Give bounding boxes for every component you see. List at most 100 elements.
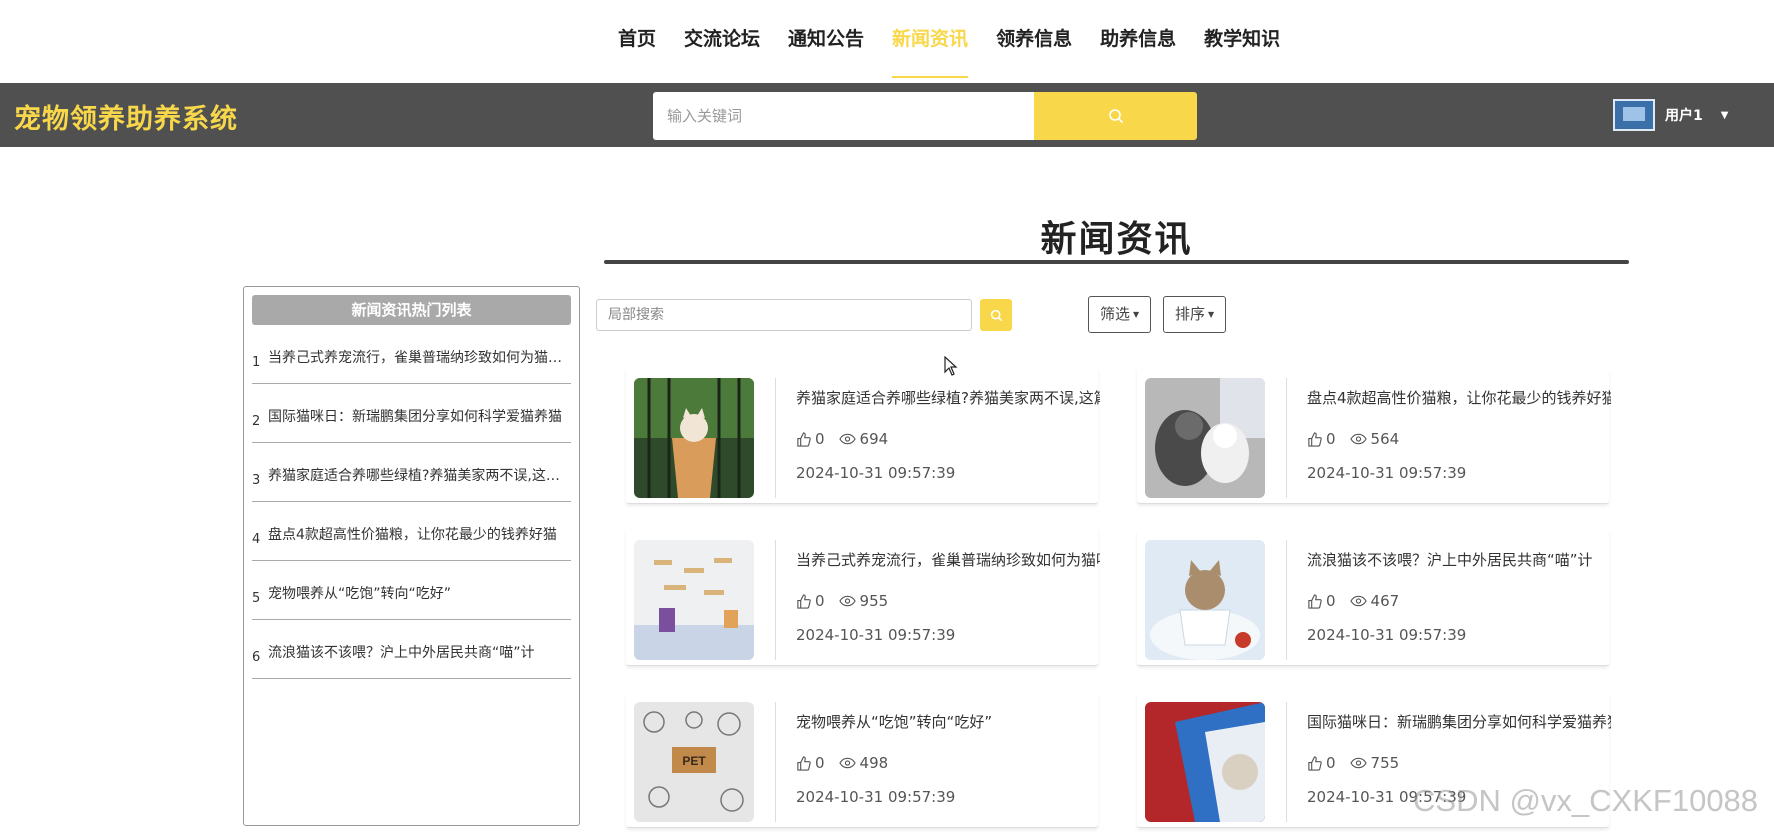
user-menu[interactable]: 用户1 ▼ — [1613, 90, 1728, 140]
eye-icon — [1349, 433, 1367, 445]
search-icon — [1108, 109, 1123, 124]
view-count: 755 — [1370, 754, 1400, 772]
news-thumbnail — [1145, 378, 1265, 498]
eye-icon — [1349, 757, 1367, 769]
global-search-button[interactable] — [1034, 92, 1197, 140]
nav-notice[interactable]: 通知公告 — [774, 0, 878, 78]
sort-dropdown[interactable]: 排序 ▼ — [1163, 296, 1227, 333]
hot-item-number: 5 — [252, 591, 261, 606]
nav-teaching[interactable]: 教学知识 — [1190, 0, 1294, 78]
title-divider — [604, 260, 1629, 264]
hot-list-item[interactable]: 4 盘点4款超高性价猫粮，让你花最少的钱养好猫 — [252, 502, 571, 561]
like-count: 0 — [815, 592, 825, 610]
news-date: 2024-10-31 09:57:39 — [796, 788, 956, 806]
news-thumbnail — [1145, 540, 1265, 660]
global-search-input[interactable]: 输入关键词 — [653, 92, 1034, 140]
like-count: 0 — [1326, 592, 1336, 610]
view-count: 955 — [859, 592, 889, 610]
hot-item-title: 养猫家庭适合养哪些绿植?养猫美家两不误,这篇文章告诉你 — [268, 468, 571, 484]
hot-item-title: 当养己式养宠流行，雀巢普瑞纳珍致如何为猫咪带来更好的生活 — [268, 350, 571, 366]
news-card[interactable]: 当养己式养宠流行，雀巢普瑞纳珍致如何为猫咪带来更好的生活 0 955 2024-… — [626, 530, 1100, 666]
brand-title: 宠物领养助养系统 — [14, 104, 238, 135]
top-navigation: 首页 交流论坛 通知公告 新闻资讯 领养信息 助养信息 教学知识 — [0, 0, 1774, 83]
caret-down-icon: ▼ — [1133, 310, 1140, 319]
news-card[interactable]: 盘点4款超高性价猫粮，让你花最少的钱养好猫 0 564 2024-10-31 0… — [1137, 368, 1611, 504]
hot-item-title: 宠物喂养从“吃饱”转向“吃好” — [268, 586, 452, 602]
watermark: CSDN @vx_CXKF10088 — [1413, 783, 1759, 818]
news-stats: 0 564 — [1307, 430, 1399, 448]
nav-adopt[interactable]: 领养信息 — [982, 0, 1086, 78]
news-stats: 0 467 — [1307, 592, 1399, 610]
news-title: 当养己式养宠流行，雀巢普瑞纳珍致如何为猫咪带来更好的生活 — [796, 551, 1100, 569]
nav-forum[interactable]: 交流论坛 — [670, 0, 774, 78]
news-thumbnail — [634, 540, 754, 660]
thumbs-up-icon — [1308, 755, 1322, 771]
news-date: 2024-10-31 09:57:39 — [796, 464, 956, 482]
like-count: 0 — [1326, 430, 1336, 448]
hot-list-item[interactable]: 3 养猫家庭适合养哪些绿植?养猫美家两不误,这篇文章告诉你 — [252, 443, 571, 502]
eye-icon — [838, 595, 856, 607]
card-divider — [775, 702, 776, 822]
news-card[interactable]: PET 宠物喂养从“吃饱”转向“吃好” 0 498 2024-10-31 09:… — [626, 692, 1098, 828]
hot-item-number: 2 — [252, 414, 261, 429]
filter-label: 筛选 — [1100, 305, 1131, 323]
eye-icon — [1349, 595, 1367, 607]
svg-text:PET: PET — [682, 754, 706, 768]
hot-item-title: 国际猫咪日：新瑞鹏集团分享如何科学爱猫养猫 — [268, 409, 562, 425]
eye-icon — [838, 757, 856, 769]
news-stats: 0 498 — [796, 754, 888, 772]
card-divider — [1286, 378, 1287, 498]
hot-item-number: 1 — [252, 355, 261, 370]
hot-list-item[interactable]: 1 当养己式养宠流行，雀巢普瑞纳珍致如何为猫咪带来更好的生活 — [252, 325, 571, 384]
avatar — [1613, 99, 1655, 131]
news-title: 盘点4款超高性价猫粮，让你花最少的钱养好猫 — [1307, 389, 1611, 407]
news-card[interactable]: 养猫家庭适合养哪些绿植?养猫美家两不误,这篇文章告诉你 0 694 2024-1… — [626, 368, 1100, 504]
news-thumbnail — [1145, 702, 1265, 822]
news-stats: 0 955 — [796, 592, 888, 610]
news-card[interactable]: 流浪猫该不该喂？沪上中外居民共商“喵”计 0 467 2024-10-31 09… — [1137, 530, 1609, 666]
nav-home[interactable]: 首页 — [604, 0, 670, 78]
thumbs-up-icon — [797, 755, 811, 771]
thumbs-up-icon — [1308, 593, 1322, 609]
hot-item-number: 4 — [252, 532, 261, 547]
local-search-button[interactable] — [980, 299, 1012, 331]
card-divider — [1286, 702, 1287, 822]
caret-down-icon: ▼ — [1208, 310, 1215, 319]
hot-item-number: 3 — [252, 473, 261, 488]
hot-list-item[interactable]: 5 宠物喂养从“吃饱”转向“吃好” — [252, 561, 571, 620]
nav-news[interactable]: 新闻资讯 — [878, 0, 982, 78]
view-count: 694 — [859, 430, 889, 448]
local-search-input[interactable]: 局部搜索 — [596, 299, 972, 331]
news-title: 国际猫咪日：新瑞鹏集团分享如何科学爱猫养猫 — [1307, 713, 1611, 731]
header-bar: 宠物领养助养系统 输入关键词 用户1 ▼ — [0, 83, 1774, 147]
card-divider — [775, 540, 776, 660]
hot-item-title: 盘点4款超高性价猫粮，让你花最少的钱养好猫 — [268, 527, 557, 543]
hot-list-item[interactable]: 6 流浪猫该不该喂？沪上中外居民共商“喵”计 — [252, 620, 571, 679]
view-count: 564 — [1370, 430, 1400, 448]
global-search: 输入关键词 — [653, 92, 1197, 140]
news-thumbnail: PET — [634, 702, 754, 822]
news-title: 流浪猫该不该喂？沪上中外居民共商“喵”计 — [1307, 551, 1593, 569]
news-title: 宠物喂养从“吃饱”转向“吃好” — [796, 713, 993, 731]
like-count: 0 — [1326, 754, 1336, 772]
hot-item-title: 流浪猫该不该喂？沪上中外居民共商“喵”计 — [268, 645, 535, 661]
filter-dropdown[interactable]: 筛选 ▼ — [1088, 296, 1152, 333]
card-divider — [1286, 540, 1287, 660]
hot-list-item[interactable]: 2 国际猫咪日：新瑞鹏集团分享如何科学爱猫养猫 — [252, 384, 571, 443]
thumbs-up-icon — [797, 593, 811, 609]
sort-label: 排序 — [1175, 305, 1206, 323]
card-divider — [775, 378, 776, 498]
view-count: 498 — [859, 754, 889, 772]
news-date: 2024-10-31 09:57:39 — [1307, 626, 1467, 644]
nav-links: 首页 交流论坛 通知公告 新闻资讯 领养信息 助养信息 教学知识 — [604, 0, 1294, 83]
like-count: 0 — [815, 430, 825, 448]
page-title: 新闻资讯 — [1040, 219, 1193, 260]
thumbs-up-icon — [797, 431, 811, 447]
thumbs-up-icon — [1308, 431, 1322, 447]
hot-item-number: 6 — [252, 650, 261, 665]
eye-icon — [838, 433, 856, 445]
hot-list-panel: 新闻资讯热门列表 1 当养己式养宠流行，雀巢普瑞纳珍致如何为猫咪带来更好的生活 2… — [243, 286, 580, 826]
nav-foster[interactable]: 助养信息 — [1086, 0, 1190, 78]
view-count: 467 — [1370, 592, 1400, 610]
hot-list-title: 新闻资讯热门列表 — [252, 295, 571, 325]
